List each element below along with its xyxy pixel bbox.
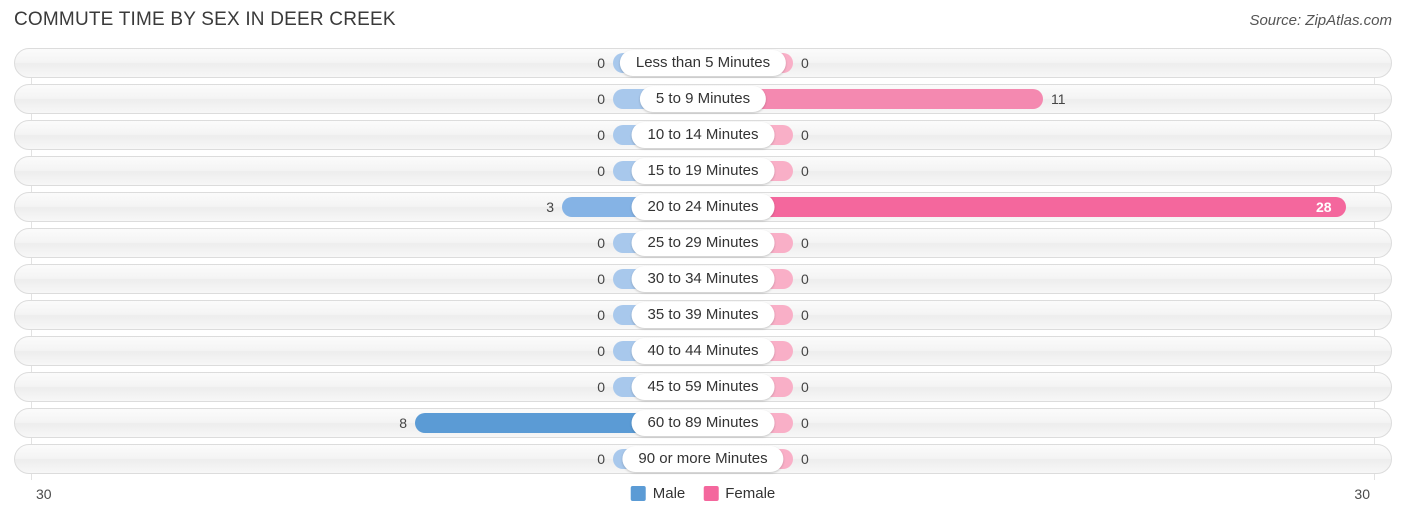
plot-area: 0 0 Less than 5 Minutes 0 11 5 to 9 Minutes 0 0… <box>0 48 1406 480</box>
value-label-female: 0 <box>801 127 809 143</box>
category-label: 20 to 24 Minutes <box>631 194 775 220</box>
chart-legend: Male Female <box>630 485 775 502</box>
legend-label-male: Male <box>652 485 686 502</box>
category-label: 35 to 39 Minutes <box>631 302 775 328</box>
bar-row: 0 0 15 to 19 Minutes <box>0 156 1406 186</box>
category-label: 30 to 34 Minutes <box>631 266 775 292</box>
value-label-male: 0 <box>597 379 605 395</box>
value-label-female: 0 <box>801 307 809 323</box>
value-label-female: 0 <box>801 415 809 431</box>
legend-label-female: Female <box>725 485 776 502</box>
bar-row: 0 0 40 to 44 Minutes <box>0 336 1406 366</box>
value-label-female: 0 <box>801 451 809 467</box>
value-label-male: 0 <box>597 307 605 323</box>
bar-row: 0 0 30 to 34 Minutes <box>0 264 1406 294</box>
value-label-male: 0 <box>597 127 605 143</box>
bar-row: 0 0 45 to 59 Minutes <box>0 372 1406 402</box>
value-label-male: 0 <box>597 163 605 179</box>
legend-swatch-male-icon <box>630 486 646 501</box>
value-label-female: 0 <box>801 55 809 71</box>
category-label: 15 to 19 Minutes <box>631 158 775 184</box>
value-label-female: 11 <box>1051 91 1066 107</box>
value-label-male: 0 <box>597 271 605 287</box>
bar-row: 0 0 10 to 14 Minutes <box>0 120 1406 150</box>
value-label-male: 0 <box>597 451 605 467</box>
category-label: 25 to 29 Minutes <box>631 230 775 256</box>
value-label-female: 0 <box>801 271 809 287</box>
category-label: Less than 5 Minutes <box>619 50 787 76</box>
legend-swatch-female-icon <box>703 486 719 501</box>
category-label: 60 to 89 Minutes <box>631 410 775 436</box>
value-label-male: 3 <box>546 199 554 215</box>
chart-footer: 30 Male Female 30 <box>0 482 1406 514</box>
value-label-female: 0 <box>801 235 809 251</box>
bar-rows: 0 0 Less than 5 Minutes 0 11 5 to 9 Minutes 0 0… <box>0 48 1406 480</box>
value-label-male: 0 <box>597 235 605 251</box>
bar-row: 0 0 Less than 5 Minutes <box>0 48 1406 78</box>
source-attribution: Source: ZipAtlas.com <box>1249 12 1392 29</box>
category-label: 45 to 59 Minutes <box>631 374 775 400</box>
category-label: 40 to 44 Minutes <box>631 338 775 364</box>
chart-header: COMMUTE TIME BY SEX IN DEER CREEK Source… <box>0 0 1406 44</box>
axis-max-left: 30 <box>36 486 52 502</box>
page-title: COMMUTE TIME BY SEX IN DEER CREEK <box>14 9 396 30</box>
bar-row: 8 0 60 to 89 Minutes <box>0 408 1406 438</box>
value-label-female: 28 <box>1316 199 1332 215</box>
bar-female[interactable] <box>703 197 1346 217</box>
bar-row: 3 28 20 to 24 Minutes <box>0 192 1406 222</box>
bar-row: 0 0 35 to 39 Minutes <box>0 300 1406 330</box>
legend-item-female[interactable]: Female <box>703 485 775 502</box>
value-label-male: 0 <box>597 55 605 71</box>
value-label-male: 8 <box>399 415 407 431</box>
category-label: 5 to 9 Minutes <box>639 86 767 112</box>
value-label-male: 0 <box>597 91 605 107</box>
value-label-female: 0 <box>801 163 809 179</box>
category-label: 90 or more Minutes <box>622 446 784 472</box>
value-label-female: 0 <box>801 343 809 359</box>
category-label: 10 to 14 Minutes <box>631 122 775 148</box>
bar-row: 0 11 5 to 9 Minutes <box>0 84 1406 114</box>
chart-page: COMMUTE TIME BY SEX IN DEER CREEK Source… <box>0 0 1406 523</box>
value-label-female: 0 <box>801 379 809 395</box>
value-label-male: 0 <box>597 343 605 359</box>
legend-item-male[interactable]: Male <box>630 485 686 502</box>
bar-row: 0 0 25 to 29 Minutes <box>0 228 1406 258</box>
axis-max-right: 30 <box>1354 486 1370 502</box>
bar-row: 0 0 90 or more Minutes <box>0 444 1406 474</box>
